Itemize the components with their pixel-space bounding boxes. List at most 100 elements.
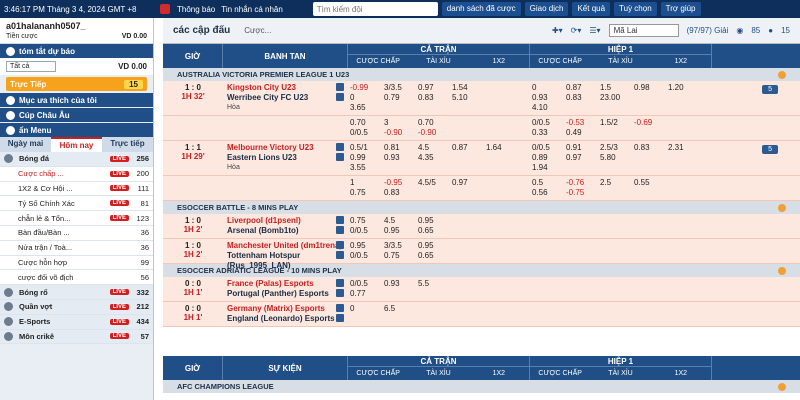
odds-value[interactable]: 3/3.5 (384, 83, 418, 93)
odds-value[interactable]: 0.81 (384, 143, 418, 153)
odds-value[interactable]: 0/0.5 (532, 118, 566, 128)
league-toggle-icon[interactable] (778, 203, 786, 212)
full-time-odds[interactable]: 0.95 3/3.5 0.95 0/0.5 0.75 0.65 (348, 239, 530, 263)
odds-value[interactable]: -0.69 (634, 118, 668, 128)
sport-item[interactable]: Tỷ Số Chính Xác LIVE 81 (0, 196, 153, 212)
odds-value[interactable]: 0.93 (532, 93, 566, 103)
half-time-odds[interactable] (530, 239, 712, 263)
odds-value[interactable]: 0.83 (418, 93, 452, 103)
half-time-odds[interactable]: 0.5 -0.76 2.5 0.55 0.56 -0.75 (530, 176, 712, 200)
odds-value[interactable]: 0.89 (532, 153, 566, 163)
odds-value[interactable]: 3 (384, 118, 418, 128)
summary-select[interactable]: Tất cả (6, 61, 56, 72)
odds-value[interactable]: 0 (350, 93, 384, 103)
odds-value[interactable]: 0/0.5 (532, 143, 566, 153)
odds-value[interactable]: -0.95 (384, 178, 418, 188)
full-time-odds[interactable]: 0/0.5 0.93 5.5 0.77 (348, 277, 530, 301)
sport-item[interactable]: Bóng đá LIVE 256 (0, 152, 153, 167)
odds-value[interactable]: 3/3.5 (384, 241, 418, 251)
odds-value[interactable]: 0.83 (384, 188, 418, 198)
home-team[interactable]: Kingston City U23 (227, 83, 344, 93)
odds-value[interactable]: 0.99 (350, 153, 384, 163)
odds-value[interactable]: 0.70 (350, 118, 384, 128)
stats-icon[interactable] (336, 241, 344, 249)
stats-icon[interactable] (336, 279, 344, 287)
half-time-odds[interactable] (530, 214, 712, 238)
bet-filter[interactable]: Cược... (244, 26, 271, 35)
odds-value[interactable]: 0.87 (566, 83, 600, 93)
odds-value[interactable]: 0 (532, 83, 566, 93)
odds-value[interactable]: 0.95 (350, 241, 384, 251)
odds-value[interactable]: 0.91 (566, 143, 600, 153)
odds-line[interactable]: 0.33 0.49 (532, 128, 710, 138)
odds-line[interactable]: 1.94 (532, 163, 710, 173)
odds-value[interactable]: 0.70 (418, 118, 452, 128)
away-team[interactable]: Portugal (Panther) Esports (227, 289, 344, 299)
odds-value[interactable]: 0/0.5 (350, 251, 384, 261)
home-team[interactable]: France (Palas) Esports (227, 279, 344, 289)
odds-value[interactable]: 2.5/3 (600, 143, 634, 153)
odds-value[interactable]: -0.99 (350, 83, 384, 93)
sport-item[interactable]: E-Sports LIVE 434 (0, 314, 153, 330)
odds-value[interactable]: 0.65 (418, 226, 452, 236)
half-time-odds[interactable]: 0/0.5 -0.53 1.5/2 -0.69 0.33 0.49 (530, 116, 712, 140)
odds-value[interactable]: 0.33 (532, 128, 566, 138)
odds-value[interactable]: -0.76 (566, 178, 600, 188)
stats-icon[interactable] (336, 143, 344, 151)
live-button[interactable]: Trực Tiếp 15 (6, 77, 147, 91)
odds-line[interactable]: -0.99 3/3.5 0.97 1.54 (350, 83, 528, 93)
odds-line[interactable]: 0.93 0.83 23.00 (532, 93, 710, 103)
odds-line[interactable]: 0/0.5 0.91 2.5/3 0.83 2.31 (532, 143, 710, 153)
odds-value[interactable]: 0.87 (452, 143, 486, 153)
away-team[interactable]: Tottenham Hotspur (Rus_1995_LAN) (227, 251, 344, 271)
league-count[interactable]: (97/97) Giải (687, 26, 729, 35)
odds-value[interactable]: 0.93 (384, 153, 418, 163)
full-time-odds[interactable]: 0 6.5 (348, 302, 530, 326)
results-button[interactable]: Kết quả (572, 2, 611, 16)
odds-value[interactable]: 5.80 (600, 153, 634, 163)
odds-value[interactable]: 0.83 (566, 93, 600, 103)
odds-value[interactable]: 4.10 (532, 103, 566, 113)
odds-value[interactable]: 3.55 (350, 163, 384, 173)
notification-link[interactable]: Thông báo (160, 4, 215, 14)
odds-line[interactable]: 0/0.5 0.93 5.5 (350, 279, 528, 289)
half-time-odds[interactable]: 0/0.5 0.91 2.5/3 0.83 2.31 0.89 0.97 5.80 1.94 (530, 141, 712, 175)
odds-value[interactable]: 1 (350, 178, 384, 188)
odds-value[interactable]: -0.75 (566, 188, 600, 198)
refresh-icon[interactable]: ⟳▾ (571, 26, 582, 35)
odds-line[interactable]: 0/0.5 0.95 0.65 (350, 226, 528, 236)
odds-value[interactable]: 0.5/1 (350, 143, 384, 153)
odds-value[interactable]: 0.95 (418, 241, 452, 251)
odds-value[interactable]: 0.75 (350, 188, 384, 198)
odds-line[interactable]: 0.77 (350, 289, 528, 299)
odds-line[interactable]: 0/0.5 0.75 0.65 (350, 251, 528, 261)
odds-value[interactable]: 0.77 (350, 289, 384, 299)
odds-value[interactable]: 0.79 (384, 93, 418, 103)
away-team[interactable]: Werribee City FC U23 (227, 93, 344, 103)
odds-value[interactable]: 0.55 (634, 178, 668, 188)
odds-value[interactable]: 1.20 (668, 83, 702, 93)
euro-cup-header[interactable]: Cúp Châu Âu (0, 108, 153, 122)
home-team[interactable]: Manchester United (dm1trena) (227, 241, 344, 251)
add-icon[interactable]: ✚▾ (552, 26, 563, 35)
menu-header[interactable]: ẩn Menu (0, 123, 153, 137)
odds-value[interactable]: 0.93 (384, 279, 418, 289)
odds-value[interactable]: 0.75 (384, 251, 418, 261)
more-markets-button[interactable]: 5 (762, 85, 778, 94)
odds-value[interactable]: 0.75 (350, 216, 384, 226)
odds-value[interactable]: -0.53 (566, 118, 600, 128)
odds-value[interactable]: 1.5/2 (600, 118, 634, 128)
odds-value[interactable]: -0.90 (418, 128, 452, 138)
half-time-odds[interactable] (530, 302, 712, 326)
home-team[interactable]: Melbourne Victory U23 (227, 143, 344, 153)
sport-item[interactable]: Cược chấp ... LIVE 200 (0, 166, 153, 182)
odds-value[interactable]: 0.97 (452, 178, 486, 188)
odds-value[interactable]: 5.5 (418, 279, 452, 289)
odds-value[interactable]: 0.95 (384, 226, 418, 236)
odds-value[interactable]: 2.31 (668, 143, 702, 153)
odds-value[interactable]: 0.97 (566, 153, 600, 163)
stats-icon[interactable] (336, 304, 344, 312)
summary-header[interactable]: tóm tắt dự báo (0, 44, 153, 58)
list-icon[interactable]: ☰▾ (589, 26, 600, 35)
odds-value[interactable]: -0.90 (384, 128, 418, 138)
